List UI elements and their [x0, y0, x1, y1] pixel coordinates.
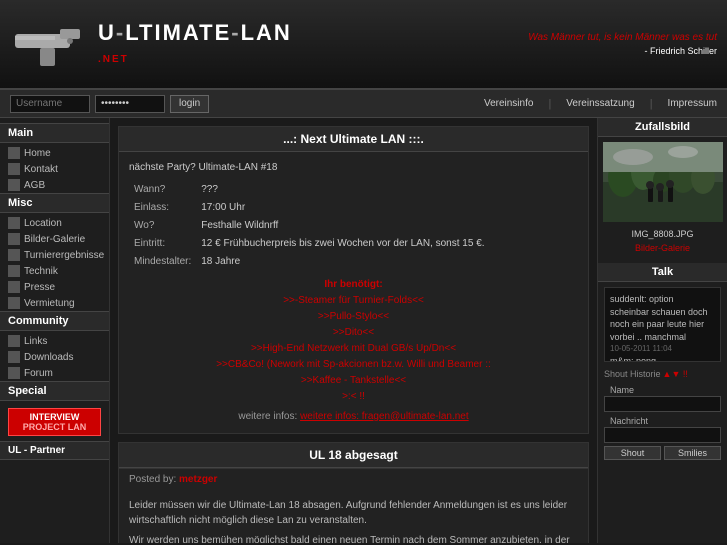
links-icon	[8, 335, 20, 347]
results-icon	[8, 249, 20, 261]
forum-icon	[8, 367, 20, 379]
sidebar-item-presse[interactable]: Presse	[0, 279, 109, 295]
talk-form: Name Nachricht Shout Smilies	[598, 381, 727, 465]
downloads-icon	[8, 351, 20, 363]
username-input[interactable]	[10, 95, 90, 113]
talk-message-input[interactable]	[604, 427, 721, 443]
nav-links: Vereinsinfo | Vereinssatzung | Impressum	[484, 98, 717, 110]
zufallsbild-svg	[603, 142, 723, 222]
zufallsbild-title: Zufallsbild	[598, 118, 727, 137]
zufallsbild-gallery-link[interactable]: Bilder-Galerie	[598, 241, 727, 255]
login-button[interactable]: login	[170, 95, 209, 113]
talk-message-0: suddenlt: option scheinbar schauen doch …	[610, 293, 715, 343]
nav-vereinssatzung[interactable]: Vereinssatzung	[566, 98, 634, 110]
special-section: INTERVIEW PROJECT LAN	[0, 403, 109, 441]
sidebar-item-turnierergebnisse[interactable]: Turnierergebnisse	[0, 247, 109, 263]
shout-nav-icons[interactable]: ▲▼ !!	[663, 369, 688, 379]
center-content: ...: Next Ultimate LAN :::. nächste Part…	[110, 118, 597, 543]
home-icon	[8, 147, 20, 159]
main-layout: Main Home Kontakt AGB Misc Location Bild…	[0, 118, 727, 543]
smilies-button[interactable]: Smilies	[664, 446, 721, 460]
talk-title: Talk	[598, 263, 727, 282]
next-lan-box: ...: Next Ultimate LAN :::. nächste Part…	[118, 126, 589, 434]
sidebar-item-bildergalerie[interactable]: Bilder-Galerie	[0, 231, 109, 247]
zufallsbild-filename: IMG_8808.JPG	[598, 227, 727, 241]
header-quote: Was Männer tut, is kein Männer was es tu…	[528, 31, 717, 58]
shout-button[interactable]: Shout	[604, 446, 661, 460]
contact-email[interactable]: weitere infos: fragen@ultimate-lan.net	[300, 411, 469, 422]
talk-name-input[interactable]	[604, 396, 721, 412]
sidebar-partner-title: UL - Partner	[0, 441, 109, 460]
ul18-title: UL 18 abgesagt	[119, 443, 588, 468]
ul18-body: Leider müssen wir die Ultimate-Lan 18 ab…	[119, 490, 588, 543]
kontakt-icon	[8, 163, 20, 175]
nav-vereinsinfo[interactable]: Vereinsinfo	[484, 98, 533, 110]
special-banner[interactable]: INTERVIEW PROJECT LAN	[8, 408, 101, 436]
sidebar-item-home[interactable]: Home	[0, 145, 109, 161]
sidebar-item-technik[interactable]: Technik	[0, 263, 109, 279]
sidebar-item-vermietung[interactable]: Vermietung	[0, 295, 109, 311]
agb-icon	[8, 179, 20, 191]
lan-features: Ihr benötigt: >>-Steamer für Turnier-Fol…	[129, 277, 578, 425]
sidebar-section-special: Special	[0, 381, 109, 401]
posted-info: Posted by: metzger	[119, 468, 588, 490]
right-sidebar: Zufallsbild	[597, 118, 727, 543]
technik-icon	[8, 265, 20, 277]
gallery-icon	[8, 233, 20, 245]
sidebar-item-kontakt[interactable]: Kontakt	[0, 161, 109, 177]
nav-impressum[interactable]: Impressum	[668, 98, 717, 110]
password-input[interactable]	[95, 95, 165, 113]
next-lan-body: nächste Party? Ultimate-LAN #18 Wann? ??…	[119, 152, 588, 433]
shout-history-label: Shout Historie	[604, 369, 661, 379]
sidebar-section-main: Main	[0, 123, 109, 143]
sidebar-item-forum[interactable]: Forum	[0, 365, 109, 381]
vermietung-icon	[8, 297, 20, 309]
talk-buttons: Shout Smilies	[604, 446, 721, 460]
sidebar-item-downloads[interactable]: Downloads	[0, 349, 109, 365]
header: U-LTIMATE-LAN .NET Was Männer tut, is ke…	[0, 0, 727, 90]
sidebar-item-location[interactable]: Location	[0, 215, 109, 231]
sidebar-item-agb[interactable]: AGB	[0, 177, 109, 193]
login-bar: login Vereinsinfo | Vereinssatzung | Imp…	[0, 90, 727, 118]
talk-messages: suddenlt: option scheinbar schauen doch …	[604, 287, 721, 362]
talk-message-1: m&m: pong	[610, 355, 715, 362]
next-lan-details: Wann? ??? Einlass: 17:00 Uhr Wo? Festhal…	[129, 181, 490, 271]
logo-area: U-LTIMATE-LAN .NET	[10, 14, 292, 74]
presse-icon	[8, 281, 20, 293]
talk-nav: Shout Historie ▲▼ !!	[598, 367, 727, 381]
sidebar-section-community: Community	[0, 311, 109, 331]
location-icon	[8, 217, 20, 229]
ul18-box: UL 18 abgesagt Posted by: metzger Leider…	[118, 442, 589, 543]
logo-title: U-LTIMATE-LAN .NET	[98, 22, 292, 66]
sidebar: Main Home Kontakt AGB Misc Location Bild…	[0, 118, 110, 543]
name-label: Name	[604, 384, 721, 396]
next-lan-title: ...: Next Ultimate LAN :::.	[119, 127, 588, 152]
talk-timestamp: 10-05-2011 11:04	[610, 343, 715, 354]
gun-icon	[10, 14, 90, 74]
sidebar-item-links[interactable]: Links	[0, 333, 109, 349]
sidebar-section-misc: Misc	[0, 193, 109, 213]
nachricht-label: Nachricht	[604, 415, 721, 427]
zufallsbild-image[interactable]	[603, 142, 723, 222]
